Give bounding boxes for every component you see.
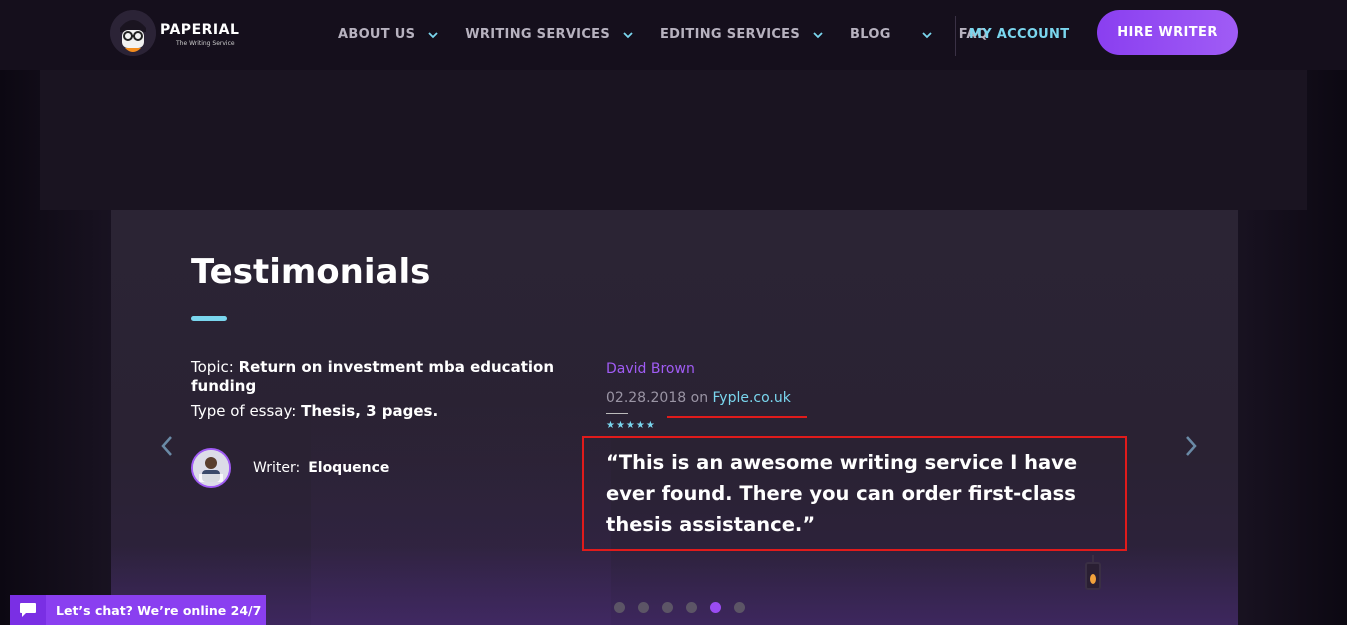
logo[interactable]: PAPERIAL The Writing Service	[110, 10, 250, 58]
highlight-underline	[667, 416, 807, 418]
chevron-down-icon	[922, 31, 932, 38]
main-nav: ABOUT US WRITING SERVICES EDITING SERVIC…	[338, 27, 1014, 42]
chat-label: Let’s chat? We’re online 24/7	[56, 602, 262, 618]
next-slide-button[interactable]	[1181, 434, 1201, 458]
live-chat-widget[interactable]: Let’s chat? We’re online 24/7	[10, 595, 266, 625]
nav-item-editing-services[interactable]: EDITING SERVICES	[660, 27, 824, 42]
chevron-down-icon	[428, 31, 438, 38]
topic-value: Return on investment mba education fundi…	[191, 358, 554, 395]
essay-type-value: Thesis, 3 pages.	[301, 402, 439, 420]
review-source-link[interactable]: Fyple.co.uk	[713, 390, 791, 406]
chevron-down-icon	[813, 31, 823, 38]
logo-mascot-icon	[110, 10, 156, 56]
essay-type-line: Type of essay: Thesis, 3 pages.	[191, 402, 581, 421]
nav-item-about-us[interactable]: ABOUT US	[338, 27, 439, 42]
nav-item-label: WRITING SERVICES	[465, 27, 610, 42]
review-author: David Brown	[606, 361, 695, 377]
review-on-label: on	[686, 390, 713, 406]
slide-dot-2[interactable]	[638, 602, 649, 613]
logo-text: PAPERIAL	[160, 22, 240, 38]
avatar	[191, 448, 231, 488]
review-date-row: 02.28.2018 on Fyple.co.uk	[606, 390, 791, 406]
page-title: Testimonials	[191, 252, 431, 292]
topic-label: Topic:	[191, 358, 239, 376]
slide-dot-5[interactable]	[710, 602, 721, 613]
rating-stars: ★★★★★	[606, 420, 656, 431]
review-date: 02.28.2018	[606, 390, 687, 406]
slide-dots	[614, 602, 758, 613]
topic-line: Topic: Return on investment mba educatio…	[191, 358, 581, 396]
my-account-link[interactable]: MY ACCOUNT	[969, 27, 1069, 42]
date-underline	[606, 413, 628, 414]
nav-item-label: BLOG	[850, 27, 891, 42]
hire-writer-button[interactable]: HIRE WRITER	[1097, 10, 1238, 55]
background-band	[40, 70, 1307, 210]
nav-item-blog[interactable]: BLOG	[850, 27, 933, 42]
writer-row: Writer: Eloquence	[191, 448, 389, 488]
nav-divider	[955, 16, 956, 56]
nav-item-writing-services[interactable]: WRITING SERVICES	[465, 27, 634, 42]
testimonials-panel: Testimonials Topic: Return on investment…	[111, 210, 1238, 625]
writer-name[interactable]: Eloquence	[308, 460, 389, 476]
slide-dot-6[interactable]	[734, 602, 745, 613]
slide-dot-1[interactable]	[614, 602, 625, 613]
nav-item-label: EDITING SERVICES	[660, 27, 801, 42]
order-details: Topic: Return on investment mba educatio…	[191, 358, 581, 427]
chevron-left-icon	[161, 436, 172, 456]
chat-icon-box	[10, 595, 46, 625]
ground-glow	[111, 545, 1238, 625]
chat-bubble-icon	[20, 603, 36, 617]
chevron-right-icon	[1186, 436, 1197, 456]
essay-type-label: Type of essay:	[191, 402, 302, 420]
nav-item-label: ABOUT US	[338, 27, 416, 42]
writer-label: Writer:	[253, 460, 301, 476]
testimonial-quote: “This is an awesome writing service I ha…	[606, 451, 1078, 536]
logo-subtitle: The Writing Service	[176, 40, 235, 47]
slide-dot-4[interactable]	[686, 602, 697, 613]
chevron-down-icon	[623, 31, 633, 38]
prev-slide-button[interactable]	[157, 434, 177, 458]
lantern-icon	[1085, 555, 1101, 590]
title-underline	[191, 316, 227, 321]
slide-dot-3[interactable]	[662, 602, 673, 613]
site-header: PAPERIAL The Writing Service ABOUT US WR…	[0, 0, 1347, 70]
